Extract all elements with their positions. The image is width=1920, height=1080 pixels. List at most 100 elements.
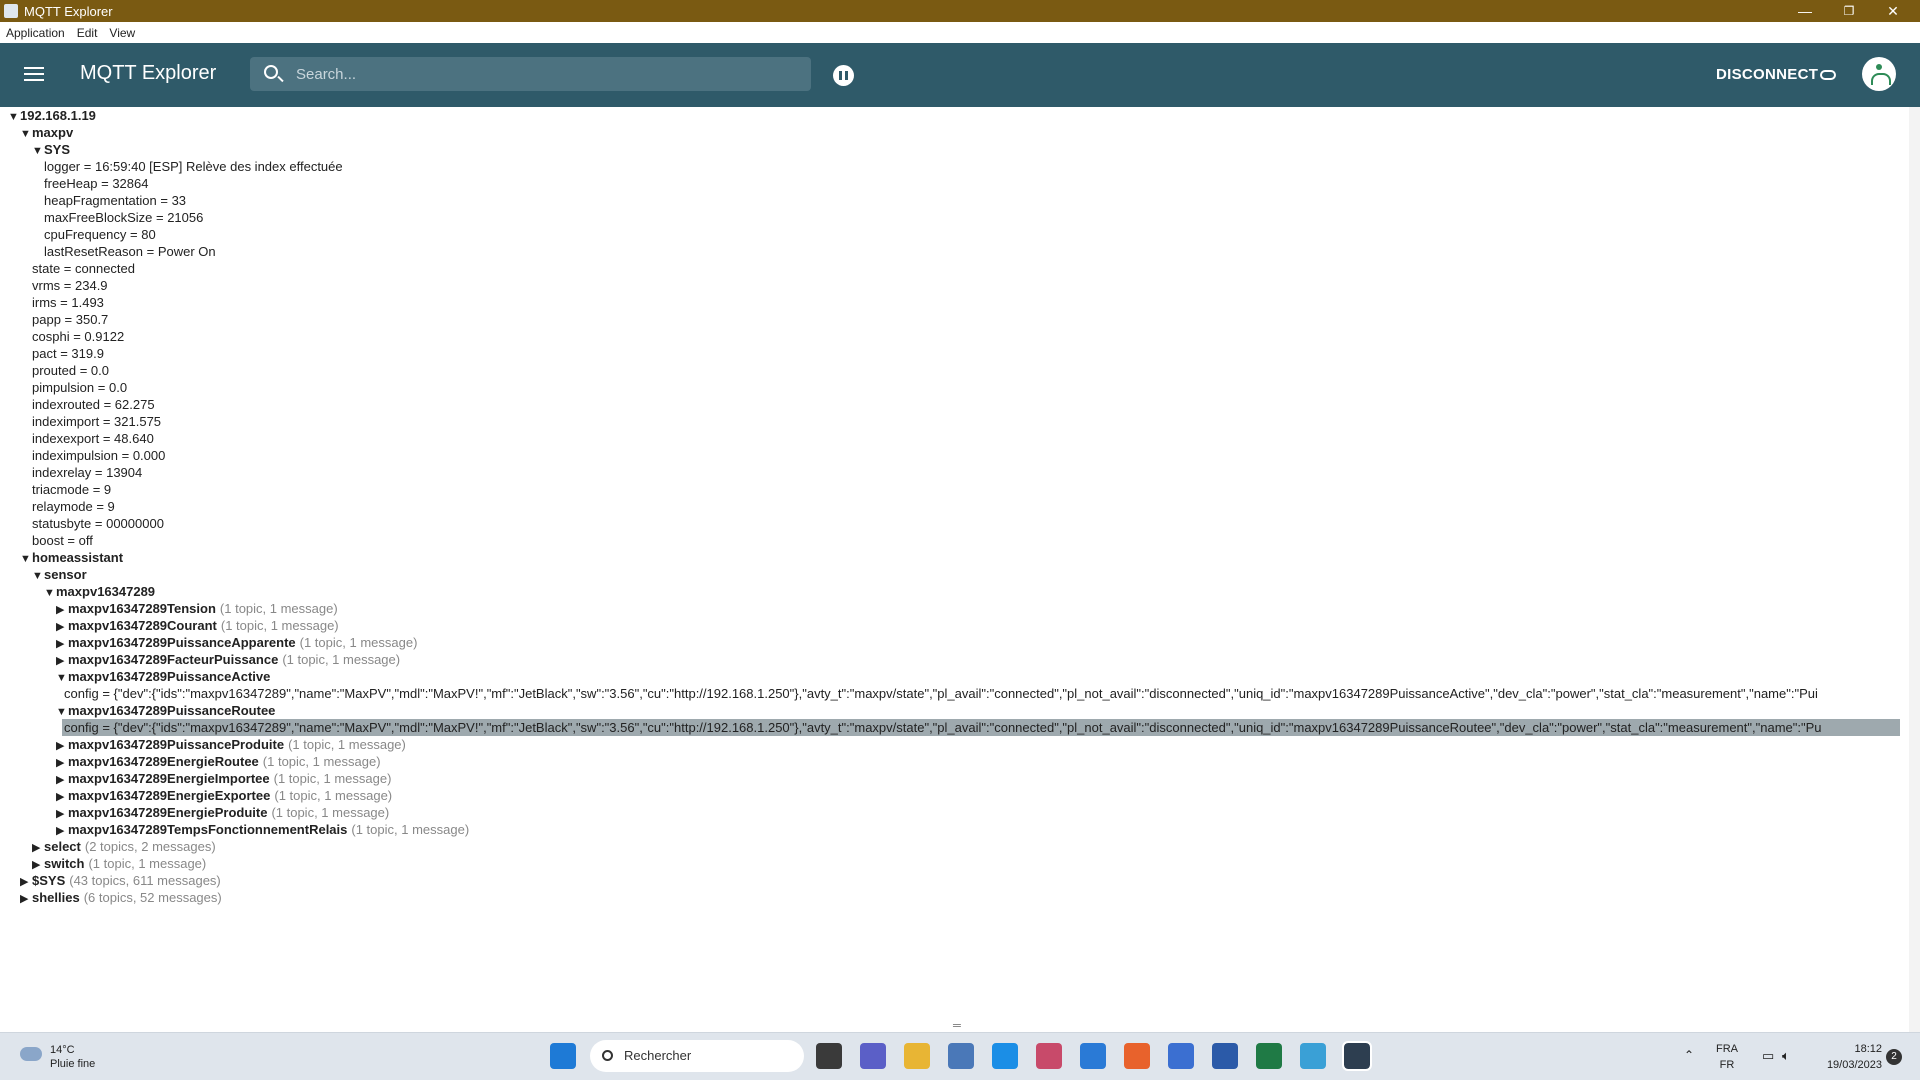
hamburger-menu-icon[interactable] [24, 67, 44, 83]
clock[interactable]: 18:12 19/03/2023 [1812, 1041, 1882, 1073]
cloud-off-icon[interactable] [1820, 70, 1836, 80]
tree-node[interactable]: indexrelay = 13904 [32, 464, 142, 481]
tree-node[interactable]: config = {"dev":{"ids":"maxpv16347289","… [64, 685, 1818, 702]
tree-node[interactable]: ▶ select (2 topics, 2 messages) [32, 838, 216, 855]
close-button[interactable]: ✕ [1872, 0, 1914, 22]
tree-node[interactable]: ▶ shellies (6 topics, 52 messages) [20, 889, 222, 906]
tree-node[interactable]: prouted = 0.0 [32, 362, 109, 379]
tree-node[interactable]: ▶ maxpv16347289EnergieRoutee (1 topic, 1 m… [56, 753, 381, 770]
tree-node-value: 9 [107, 499, 115, 514]
menu-view[interactable]: View [109, 26, 135, 40]
tree-node[interactable]: pact = 319.9 [32, 345, 104, 362]
search-box[interactable] [250, 57, 811, 91]
expand-down-icon[interactable]: ▼ [44, 585, 56, 602]
tree-node[interactable]: ▶ maxpv16347289EnergieExportee (1 topic, 1… [56, 787, 392, 804]
mqtt-explorer-icon[interactable] [1342, 1041, 1372, 1071]
tree-node-count: (6 topics, 52 messages) [83, 890, 222, 905]
tree-node[interactable]: ▼maxpv [20, 124, 73, 141]
taskbar-search[interactable]: Rechercher [590, 1040, 804, 1072]
tree-node[interactable]: cosphi = 0.9122 [32, 328, 124, 345]
tree-node[interactable]: ▶ switch (1 topic, 1 message) [32, 855, 206, 872]
store-icon[interactable] [1212, 1043, 1238, 1069]
firefox-icon[interactable] [1124, 1043, 1150, 1069]
tree-node[interactable]: ▼sensor [32, 566, 87, 583]
tree-node[interactable]: config = {"dev":{"ids":"maxpv16347289","… [62, 719, 1900, 736]
tree-node[interactable]: ▼maxpv16347289 [44, 583, 155, 600]
expand-down-icon[interactable]: ▼ [32, 568, 44, 585]
tree-node[interactable]: heapFragmentation = 33 [44, 192, 186, 209]
tree-node-label: config [64, 686, 99, 701]
tree-node[interactable]: freeHeap = 32864 [44, 175, 148, 192]
tree-node[interactable]: indexrouted = 62.275 [32, 396, 155, 413]
tree-node-label: triacmode [32, 482, 90, 497]
tree-node[interactable]: state = connected [32, 260, 135, 277]
notepad-icon[interactable] [1168, 1043, 1194, 1069]
tree-node[interactable]: ▼maxpv16347289PuissanceRoutee [56, 702, 275, 719]
tree-node[interactable]: ▼SYS [32, 141, 70, 158]
gift-app-icon[interactable] [1036, 1043, 1062, 1069]
menu-edit[interactable]: Edit [77, 26, 98, 40]
tree-node[interactable]: cpuFrequency = 80 [44, 226, 156, 243]
tree-node[interactable]: pimpulsion = 0.0 [32, 379, 127, 396]
notification-badge[interactable]: 2 [1886, 1049, 1902, 1065]
tree-node[interactable]: ▶ maxpv16347289Tension (1 topic, 1 message… [56, 600, 338, 617]
tree-node-equals: = [89, 482, 104, 497]
menu-application[interactable]: Application [6, 26, 65, 40]
search-input[interactable] [296, 57, 796, 91]
network-app-icon[interactable] [948, 1043, 974, 1069]
tree-node[interactable]: ▶ maxpv16347289TempsFonctionnementRelais(… [56, 821, 469, 838]
restore-button[interactable]: ❐ [1828, 0, 1870, 22]
tree-node[interactable]: papp = 350.7 [32, 311, 108, 328]
tree-node[interactable]: maxFreeBlockSize = 21056 [44, 209, 203, 226]
tree-node-equals: = [60, 261, 76, 276]
tree-node[interactable]: ▶ maxpv16347289EnergieImportee (1 topic, 1… [56, 770, 391, 787]
pause-icon[interactable] [833, 65, 854, 86]
edge-icon[interactable] [992, 1043, 1018, 1069]
tree-node[interactable]: ▼192.168.1.19 [8, 107, 96, 124]
expand-right-icon[interactable]: ▶ [20, 891, 32, 908]
expand-down-icon[interactable]: ▼ [20, 551, 32, 568]
panel-resize-handle[interactable]: ═ [953, 1020, 961, 1032]
tree-node[interactable]: boost = off [32, 532, 93, 549]
tree-node[interactable]: lastResetReason = Power On [44, 243, 216, 260]
connection-avatar[interactable] [1862, 57, 1896, 91]
fan-app-icon[interactable] [1300, 1043, 1326, 1069]
tree-node-count: (1 topic, 1 message) [88, 856, 207, 871]
expand-down-icon[interactable]: ▼ [8, 109, 20, 126]
excel-icon[interactable] [1256, 1043, 1282, 1069]
tree-node[interactable]: ▶ maxpv16347289EnergieProduite (1 topic, 1… [56, 804, 389, 821]
disconnect-button[interactable]: DISCONNECT [1716, 66, 1818, 83]
tree-node[interactable]: irms = 1.493 [32, 294, 104, 311]
start-icon[interactable] [550, 1043, 576, 1069]
tree-node-equals: = [94, 380, 109, 395]
tree-node[interactable]: indexexport = 48.640 [32, 430, 154, 447]
tree-node[interactable]: relaymode = 9 [32, 498, 115, 515]
tree-node[interactable]: ▶ maxpv16347289FacteurPuissance (1 topic, … [56, 651, 400, 668]
tree-node[interactable]: indeximport = 321.575 [32, 413, 161, 430]
tree-node[interactable]: ▼maxpv16347289PuissanceActive [56, 668, 270, 685]
chat-icon[interactable] [860, 1043, 886, 1069]
tree-node[interactable]: vrms = 234.9 [32, 277, 108, 294]
scrollbar[interactable] [1909, 107, 1920, 1032]
network-icon[interactable]: ▭ [1762, 1048, 1774, 1064]
minimize-button[interactable]: — [1784, 0, 1826, 22]
app-icon [4, 4, 18, 18]
tree-node[interactable]: indeximpulsion = 0.000 [32, 447, 165, 464]
language-indicator[interactable]: FRA FR [1716, 1041, 1738, 1073]
tree-node[interactable]: ▶ maxpv16347289PuissanceApparente (1 topic… [56, 634, 417, 651]
tree-node[interactable]: ▶ $SYS (43 topics, 611 messages) [20, 872, 221, 889]
chevron-up-icon[interactable]: ⌃ [1684, 1047, 1694, 1063]
tree-node-count: (1 topic, 1 message) [219, 601, 338, 616]
tree-node[interactable]: ▶ maxpv16347289PuissanceProduite (1 topic,… [56, 736, 406, 753]
tree-node[interactable]: triacmode = 9 [32, 481, 111, 498]
mail-icon[interactable] [1080, 1043, 1106, 1069]
tree-node[interactable]: logger = 16:59:40 [ESP] Relève des index… [44, 158, 343, 175]
tree-node[interactable]: ▶ maxpv16347289Courant (1 topic, 1 message… [56, 617, 339, 634]
file-explorer-icon[interactable] [904, 1043, 930, 1069]
expand-down-icon[interactable]: ▼ [20, 126, 32, 143]
tree-node[interactable]: statusbyte = 00000000 [32, 515, 164, 532]
tree-node[interactable]: ▼homeassistant [20, 549, 123, 566]
task-view-icon[interactable] [816, 1043, 842, 1069]
expand-down-icon[interactable]: ▼ [32, 143, 44, 160]
volume-icon[interactable]: 🔈︎ [1782, 1048, 1790, 1064]
